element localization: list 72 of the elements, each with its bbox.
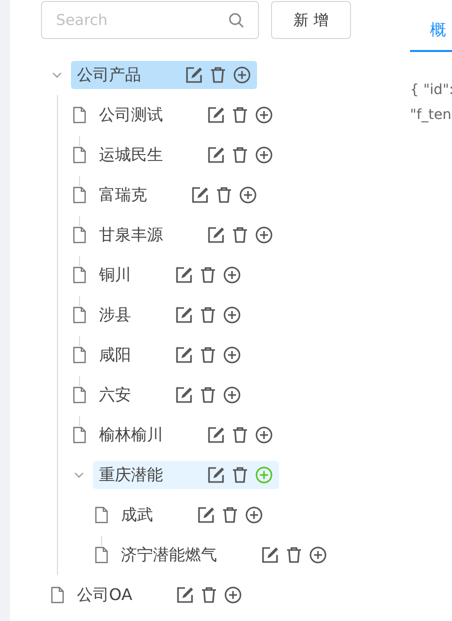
tree-node[interactable]: 涉县 [93, 301, 247, 329]
add-circle-icon[interactable] [245, 506, 263, 524]
add-circle-icon[interactable] [255, 146, 273, 164]
tree-node[interactable]: 咸阳 [93, 341, 247, 369]
json-text-line: { "id": [410, 81, 452, 100]
edit-icon[interactable] [197, 506, 215, 524]
tree-node[interactable]: 公司OA [71, 581, 248, 609]
search-icon [228, 12, 245, 29]
tree-node[interactable]: 公司测试 [93, 101, 279, 129]
trash-icon[interactable] [215, 186, 233, 204]
edit-icon[interactable] [191, 186, 209, 204]
file-icon [72, 386, 86, 404]
tree-node[interactable]: 公司产品 [71, 61, 257, 89]
tree-node[interactable]: 铜川 [93, 261, 247, 289]
file-icon [72, 426, 86, 444]
tree-node[interactable]: 甘泉丰源 [93, 221, 279, 249]
trash-icon[interactable] [200, 586, 218, 604]
trash-icon[interactable] [199, 266, 217, 284]
trash-icon[interactable] [285, 546, 303, 564]
file-icon [72, 106, 86, 124]
add-circle-icon[interactable] [255, 106, 273, 124]
trash-icon[interactable] [209, 66, 227, 84]
trash-icon[interactable] [231, 426, 249, 444]
tree-node[interactable]: 榆林榆川 [93, 421, 279, 449]
tree-node[interactable]: 运城民生 [93, 141, 279, 169]
trash-icon[interactable] [231, 146, 249, 164]
tree-node[interactable]: 富瑞克 [93, 181, 263, 209]
json-text-line: "f_ten [410, 106, 452, 125]
edit-icon[interactable] [175, 346, 193, 364]
file-icon [72, 226, 86, 244]
edit-icon[interactable] [207, 146, 225, 164]
add-circle-icon[interactable] [223, 306, 241, 324]
trash-icon[interactable] [231, 466, 249, 484]
add-circle-icon[interactable] [223, 266, 241, 284]
add-circle-icon[interactable] [255, 426, 273, 444]
file-icon [72, 346, 86, 364]
trash-icon[interactable] [231, 226, 249, 244]
add-circle-icon[interactable] [224, 586, 242, 604]
trash-icon[interactable] [199, 346, 217, 364]
edit-icon[interactable] [175, 306, 193, 324]
add-button[interactable]: 新 增 [271, 1, 351, 39]
edit-icon[interactable] [175, 266, 193, 284]
add-circle-icon[interactable] [309, 546, 327, 564]
edit-icon[interactable] [176, 586, 194, 604]
tree-node[interactable]: 重庆潜能 [93, 461, 279, 489]
tree-node[interactable]: 济宁潜能燃气 [115, 541, 333, 569]
tree-node[interactable]: 六安 [93, 381, 247, 409]
file-icon [94, 546, 108, 564]
edit-icon[interactable] [175, 386, 193, 404]
edit-icon[interactable] [207, 466, 225, 484]
file-icon [72, 186, 86, 204]
file-icon [94, 506, 108, 524]
tree-node[interactable]: 成武 [115, 501, 269, 529]
edit-icon[interactable] [207, 106, 225, 124]
edit-icon[interactable] [207, 426, 225, 444]
search-field[interactable]: Search [41, 1, 259, 39]
trash-icon[interactable] [231, 106, 249, 124]
trash-icon[interactable] [221, 506, 239, 524]
add-circle-icon[interactable] [239, 186, 257, 204]
trash-icon[interactable] [199, 306, 217, 324]
file-icon [72, 146, 86, 164]
edit-icon[interactable] [261, 546, 279, 564]
add-circle-icon[interactable] [223, 346, 241, 364]
file-icon [72, 306, 86, 324]
add-circle-icon[interactable] [233, 66, 251, 84]
add-circle-icon[interactable] [223, 386, 241, 404]
trash-icon[interactable] [199, 386, 217, 404]
file-icon [50, 586, 64, 604]
edit-icon[interactable] [185, 66, 203, 84]
file-icon [72, 266, 86, 284]
add-circle-icon[interactable] [255, 226, 273, 244]
edit-icon[interactable] [207, 226, 225, 244]
